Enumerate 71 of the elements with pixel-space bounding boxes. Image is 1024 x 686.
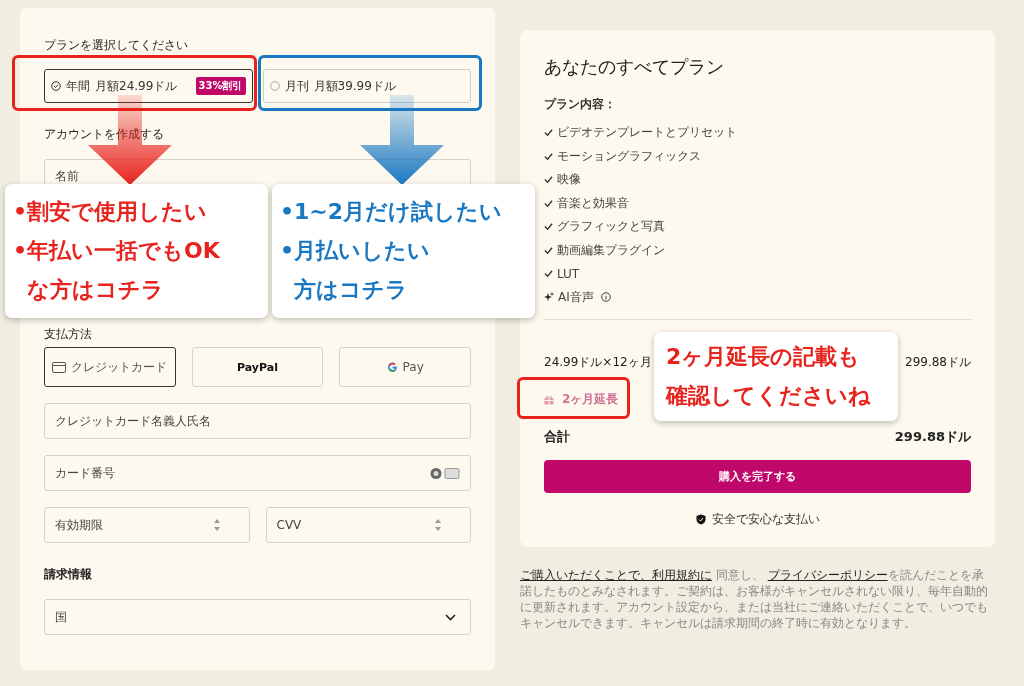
card-brand-icons [430,466,460,480]
section-title: プランを選択してください [44,38,189,53]
card-number-field[interactable]: カード番号 [44,455,471,491]
callout-text: •割安で使用したい [13,198,209,226]
terms-link[interactable]: プライバシーポリシー [767,568,888,582]
complete-purchase-button[interactable]: 購入を完了する [544,460,971,493]
contents-label: プラン内容： [544,96,617,113]
section-title: 請求情報 [44,567,93,582]
cardholder-name-field[interactable]: クレジットカード名義人氏名 [44,403,471,439]
terms-link[interactable]: ご購入いただくことで、利用規約に [520,568,712,582]
plan-price: 月額24.99ドル [95,77,178,95]
up-down-icon [212,518,221,532]
plan-name: 年間 [66,77,90,95]
placeholder: 名前 [55,168,79,185]
feature-label: モーショングラフィックス [557,147,701,165]
placeholder: 国 [55,608,67,626]
check-icon [544,269,553,279]
callout-text: 2ヶ月延長の記載も [666,343,862,371]
secure-payment-text: 安全で安心な支払い [711,511,820,528]
g-logo-icon [386,361,398,373]
feature-label: AI音声 [558,288,594,306]
gift-icon [544,394,554,405]
callout-text: •1~2月だけ試したい [280,198,504,226]
feature-label: 動画編集プラグイン [557,241,665,259]
plan-name: 月刊 [284,77,309,95]
chevron-down-icon [445,613,456,621]
payment-method-button[interactable]: PayPal [191,347,324,387]
callout-text: な方はコチラ [26,276,165,304]
info-icon[interactable] [600,292,611,303]
sparkle-icon [544,292,554,303]
check-icon [544,245,553,255]
check-icon [544,175,553,185]
country-select[interactable]: 国 [44,599,471,635]
check-icon [544,222,553,232]
payment-method-button[interactable]: クレジットカード [44,347,176,387]
callout-text: 確認してくださいね [666,382,872,410]
feature-label: 映像 [557,171,581,189]
feature-label: ビデオテンプレートとプリセット [557,124,737,142]
credit-card-icon [52,361,67,373]
placeholder: カード番号 [55,464,115,482]
check-icon [544,151,553,161]
feature-label: 音楽と効果音 [557,194,629,212]
placeholder: CVV [276,518,302,532]
line-item-amount: 299.88ドル [905,354,971,371]
placeholder: 有効期限 [55,516,103,534]
check-circle-icon [51,81,61,91]
terms-text: ご購入いただくことで、利用規約に 同意し、 プライバシーポリシーを読んだことを承諾したものとみなされます。ご契約は、お客様がキャンセルされない限り、毎年自動的に更新されます。アカウント設定から、または当社にご連絡いただくことで、いつでもキャンセルできます。キャンセルは請求期間の終了時に有効となります。 [520,567,989,631]
line-item-label: 24.99ドル×12ヶ月 [544,354,652,371]
summary-title: あなたのすべてプラン [544,56,725,78]
placeholder: クレジットカード名義人氏名 [55,412,211,430]
up-down-icon [434,518,442,532]
check-icon [544,198,553,208]
section-title: 支払方法 [44,327,93,342]
callout-text: 方はコチラ [293,276,409,304]
select-field[interactable]: 有効期限 [44,507,250,543]
feature-label: グラフィックと写真 [557,218,665,236]
callout-text: •月払いしたい [280,237,432,265]
section-title: アカウントを作成する [44,127,165,142]
plan-option[interactable]: 月刊 月額39.99ドル [262,69,471,103]
radio-circle-icon [269,81,280,91]
check-icon [544,128,553,138]
extension-label: 2ヶ月延長 [562,391,619,408]
discount-badge: 33%割引 [195,77,246,95]
shield-icon [695,514,706,525]
feature-label: LUT [557,266,580,281]
select-field[interactable]: CVV [265,507,471,543]
callout-text: •年払い一括でもOK [13,237,221,265]
payment-method-button[interactable]: Pay [339,347,471,387]
total-amount: 299.88ドル [894,428,971,446]
total-label: 合計 [544,428,570,446]
plan-price: 月額39.99ドル [313,77,396,95]
